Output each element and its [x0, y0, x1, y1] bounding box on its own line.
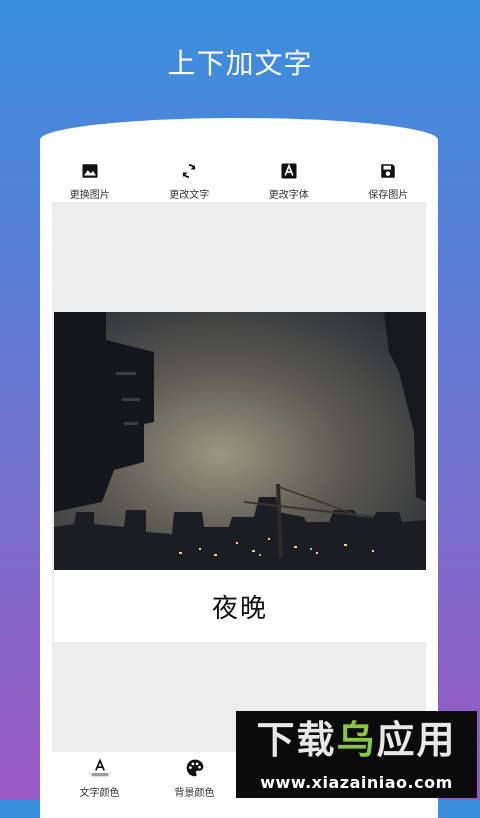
caption-box[interactable]: 夜晚 — [54, 570, 426, 642]
refresh-icon — [182, 164, 196, 178]
change-font-label: 更改字体 — [268, 190, 309, 201]
change-text-button[interactable]: 更改文字 — [144, 162, 234, 201]
save-image-button[interactable]: 保存图片 — [343, 162, 433, 201]
watermark-logo: 下载乌应用 www.xiazainiao.com — [236, 711, 477, 798]
text-color-button[interactable]: 文字颜色 — [52, 754, 147, 818]
watermark-title-accent: 乌 — [336, 718, 377, 762]
image-icon — [82, 164, 98, 178]
save-icon — [381, 164, 395, 178]
watermark-url: www.xiazainiao.com — [260, 773, 453, 792]
watermark-title: 下载乌应用 — [236, 719, 477, 761]
text-color-label: 文字颜色 — [79, 788, 120, 799]
background-color-label: 背景颜色 — [174, 788, 215, 799]
palette-icon — [186, 759, 203, 777]
change-image-label: 更换图片 — [69, 190, 110, 201]
watermark-title-part1: 下载 — [256, 718, 337, 762]
page-title: 上下加文字 — [167, 47, 313, 80]
change-font-button[interactable]: 更改字体 — [244, 162, 334, 201]
watermark-title-part2: 应用 — [376, 718, 457, 762]
canvas-area[interactable]: 夜晚 — [52, 202, 426, 752]
caption-text: 夜晚 — [211, 593, 268, 624]
photo-image — [54, 312, 426, 570]
font-icon — [281, 163, 297, 179]
night-city-photo[interactable] — [54, 312, 426, 570]
save-image-label: 保存图片 — [368, 190, 409, 201]
top-toolbar: 更换图片 更改文字 更改字体 保存图片 — [40, 162, 438, 202]
background-color-button[interactable]: 背景颜色 — [147, 754, 242, 818]
text-color-icon — [91, 758, 108, 777]
change-image-button[interactable]: 更换图片 — [45, 162, 135, 201]
change-text-label: 更改文字 — [169, 190, 210, 201]
